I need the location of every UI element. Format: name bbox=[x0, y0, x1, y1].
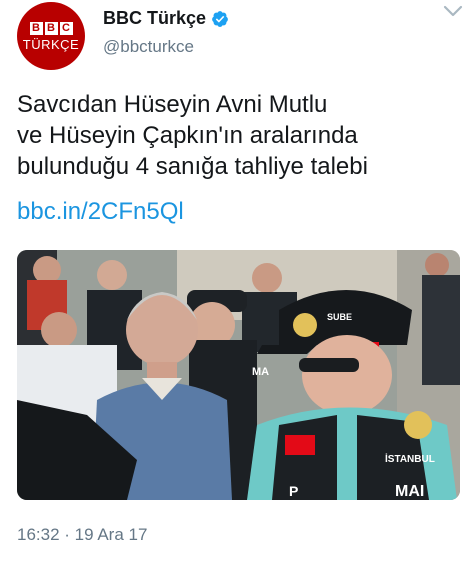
verified-badge-icon bbox=[212, 10, 228, 27]
photo-vest-letter: P bbox=[289, 483, 298, 499]
tweet-timestamp[interactable]: 16:32 · 19 Ara 17 bbox=[17, 525, 147, 545]
tweet-text: Savcıdan Hüseyin Avni Mutlu ve Hüseyin Ç… bbox=[17, 89, 467, 182]
tweet-text-line: Savcıdan Hüseyin Avni Mutlu bbox=[17, 91, 328, 118]
bbc-logo-letter: B bbox=[44, 21, 58, 35]
photo-cap-text: SUBE bbox=[327, 312, 352, 322]
tweet-link[interactable]: bbc.in/2CFn5Ql bbox=[17, 196, 184, 227]
tweet-card: B B C TÜRKÇE BBC Türkçe @bbcturkce Savcı… bbox=[0, 0, 476, 562]
bbc-logo-letter: C bbox=[59, 21, 73, 35]
tweet-photo[interactable]: SUBE MA İSTANBUL MAI P bbox=[17, 250, 460, 500]
avatar[interactable]: B B C TÜRKÇE bbox=[17, 2, 85, 70]
bbc-logo-blocks: B B C bbox=[29, 21, 73, 35]
bbc-logo-letter: B bbox=[29, 21, 43, 35]
account-handle[interactable]: @bbcturkce bbox=[103, 37, 194, 57]
avatar-word: TÜRKÇE bbox=[22, 36, 80, 52]
account-name-row: BBC Türkçe bbox=[103, 8, 229, 29]
tweet-text-line: bulunduğu 4 sanığa tahliye talebi bbox=[17, 153, 368, 180]
display-name[interactable]: BBC Türkçe bbox=[103, 8, 206, 29]
photo-vest-text: MA bbox=[252, 366, 269, 378]
chevron-down-icon[interactable] bbox=[443, 4, 463, 18]
photo-illustration: SUBE MA İSTANBUL MAI P bbox=[17, 250, 460, 500]
tweet-text-line: ve Hüseyin Çapkın'ın aralarında bbox=[17, 122, 358, 149]
photo-vest-bottom-text: MAI bbox=[395, 483, 424, 500]
photo-city-text: İSTANBUL bbox=[385, 452, 435, 465]
